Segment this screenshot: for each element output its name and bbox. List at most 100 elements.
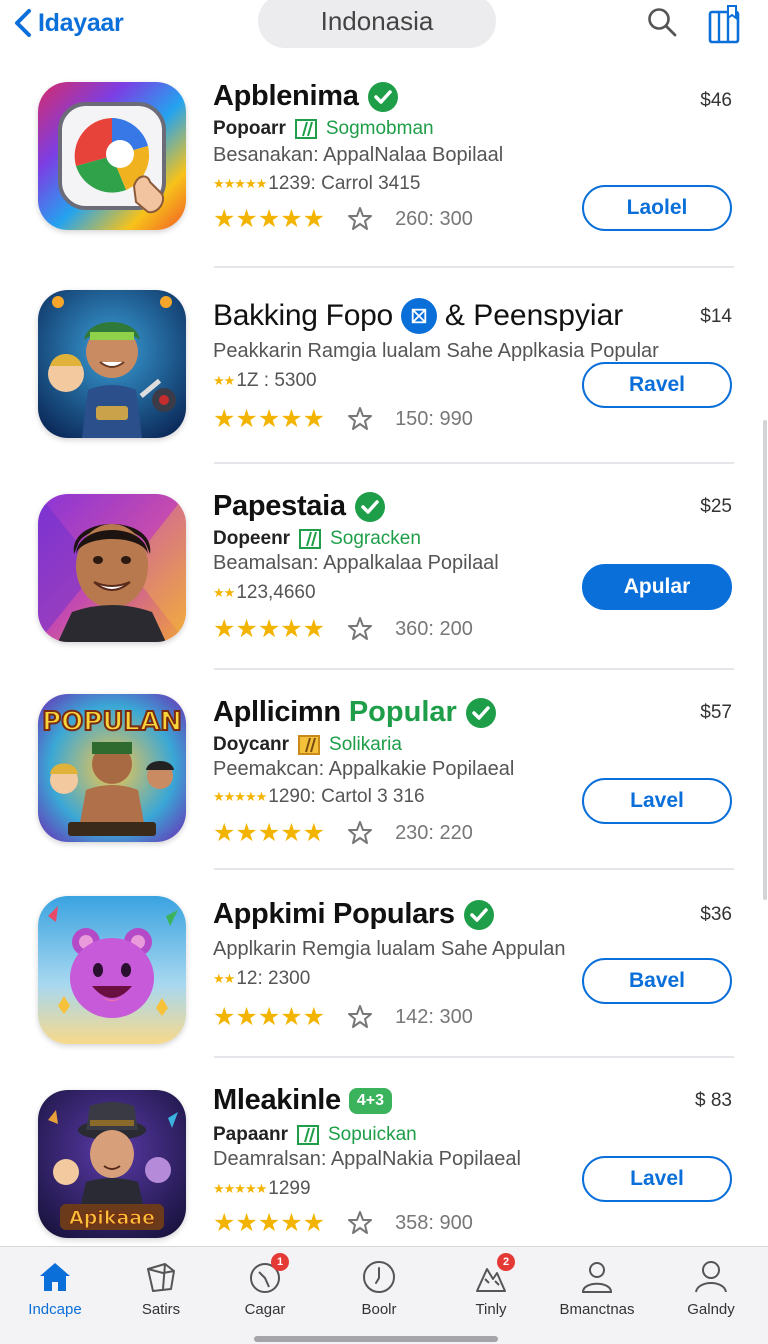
- stats-text: 12: 2300: [236, 968, 311, 989]
- star-outline-icon[interactable]: [347, 1210, 373, 1236]
- app-title[interactable]: Apblenima: [213, 80, 359, 113]
- stats-line: ★★ 1Z : 5300: [213, 370, 317, 392]
- notification-badge: 2: [497, 1253, 515, 1271]
- app-description: Peemakcan: Appalkakie Popilaeal: [213, 758, 515, 780]
- stats-text: 1290: Cartol 3 316: [268, 786, 425, 807]
- stats-text: 123,4660: [236, 582, 316, 603]
- developer-name: Papaanr: [213, 1124, 288, 1145]
- developer-line: Doycanr Solikaria: [213, 734, 402, 756]
- stats-line: ★★ 12: 2300: [213, 968, 310, 990]
- rating-line: ★★★★★ 360: 200: [213, 614, 473, 644]
- scroll-indicator[interactable]: [763, 420, 767, 900]
- verified-icon: [367, 81, 398, 112]
- developer-name: Popoarr: [213, 118, 286, 139]
- tab-label: Boolr: [361, 1301, 397, 1318]
- category-icon: [298, 735, 321, 755]
- search-icon[interactable]: [646, 6, 678, 38]
- stats-text: 1239: Carrol 3415: [268, 173, 421, 194]
- get-button[interactable]: Bavel: [582, 958, 732, 1004]
- rating-stars-icon: ★★★★★: [213, 615, 326, 643]
- app-description: Applkarin Remgia lualam Sahe Appulan: [213, 938, 566, 960]
- star-outline-icon[interactable]: [347, 406, 373, 432]
- app-title[interactable]: Apllicimn: [213, 696, 341, 729]
- stats-text: 1299: [268, 1178, 311, 1199]
- rating-line: ★★★★★ 358: 900: [213, 1208, 473, 1238]
- get-button[interactable]: Lavel: [582, 778, 732, 824]
- rating-count: 260: 300: [395, 207, 473, 230]
- app-title-line: Appkimi Populars: [213, 898, 495, 931]
- app-description: Beamalsan: Appalkalaa Popilaal: [213, 552, 499, 574]
- verified-icon: [465, 697, 496, 728]
- tab-satirs[interactable]: Satirs: [106, 1259, 216, 1318]
- country-selector[interactable]: Indonasia: [258, 0, 496, 48]
- developer-name: Dopeenr: [213, 528, 291, 549]
- star-outline-icon[interactable]: [347, 206, 373, 232]
- star-outline-icon[interactable]: [347, 1004, 373, 1030]
- chevron-left-icon: [15, 9, 31, 37]
- tab-galndy[interactable]: Galndy: [656, 1259, 766, 1318]
- bookmarks-icon[interactable]: [706, 4, 742, 46]
- tab-label: Bmanctnas: [559, 1301, 635, 1318]
- blue-badge-icon: [400, 298, 437, 334]
- gamer-character-icon[interactable]: [38, 290, 186, 438]
- app-description: Besanakan: AppalNalaa Bopilaal: [213, 144, 504, 166]
- rating-stars-icon: ★★★★★: [213, 1003, 326, 1031]
- price-label: $36: [700, 904, 732, 925]
- mini-stars-icon: ★★★★★: [213, 789, 267, 804]
- developer-line: Dopeenr Sogracken: [213, 528, 421, 550]
- rating-stars-icon: ★★★★★: [213, 405, 326, 433]
- rating-count: 230: 220: [395, 821, 473, 844]
- purple-bear-icon[interactable]: [38, 896, 186, 1044]
- category-icon: [294, 119, 317, 139]
- mini-stars-icon: ★★: [213, 373, 235, 388]
- stats-line: ★★ 123,4660: [213, 582, 316, 604]
- app-title[interactable]: Appkimi Populars: [213, 898, 455, 931]
- home-indicator[interactable]: [254, 1336, 498, 1342]
- category-label: Sogracken: [330, 528, 421, 549]
- developer-line: Popoarr Sogmobman: [213, 118, 434, 140]
- get-button[interactable]: Laolel: [582, 185, 732, 231]
- price-label: $ 83: [695, 1090, 732, 1111]
- divider: [214, 462, 734, 464]
- popular-game-icon[interactable]: POPULAN: [38, 694, 186, 842]
- tab-home[interactable]: Indcape: [0, 1259, 110, 1318]
- tab-cagar[interactable]: 1 Cagar: [210, 1253, 320, 1318]
- tab-boolr[interactable]: Boolr: [324, 1259, 434, 1318]
- price-label: $46: [700, 90, 732, 111]
- back-label: Idayaar: [38, 8, 124, 37]
- verified-icon: [463, 899, 494, 930]
- tab-label: Cagar: [244, 1301, 286, 1318]
- smiling-man-icon[interactable]: [38, 494, 186, 642]
- rating-count: 358: 900: [395, 1211, 473, 1234]
- price-label: $25: [700, 496, 732, 517]
- get-button[interactable]: Lavel: [582, 1156, 732, 1202]
- get-button[interactable]: Apular: [582, 564, 732, 610]
- profile-icon: [693, 1259, 729, 1295]
- color-wheel-icon[interactable]: [38, 82, 186, 230]
- app-title-line: Apblenima: [213, 80, 399, 113]
- icon-text: POPULAN: [42, 707, 182, 737]
- notification-badge: 1: [271, 1253, 289, 1271]
- back-button[interactable]: Idayaar: [12, 6, 124, 40]
- tab-label: Tinly: [475, 1301, 507, 1318]
- get-button[interactable]: Ravel: [582, 362, 732, 408]
- app-title[interactable]: Mleakinle: [213, 1084, 341, 1117]
- app-title[interactable]: Papestaia: [213, 490, 346, 523]
- divider: [214, 266, 734, 268]
- app-description: Peakkarin Ramgia lualam Sahe Applkasia P…: [213, 340, 659, 362]
- tab-bmanctnas[interactable]: Bmanctnas: [542, 1259, 652, 1318]
- app-title[interactable]: Bakking Fopo: [213, 299, 393, 333]
- rating-count: 142: 300: [395, 1005, 473, 1028]
- rating-line: ★★★★★ 150: 990: [213, 404, 473, 434]
- tab-tinly[interactable]: 2 Tinly: [436, 1253, 546, 1318]
- category-label: Sopuickan: [327, 1124, 417, 1145]
- person-icon: [579, 1259, 615, 1295]
- home-icon: [37, 1259, 73, 1295]
- star-outline-icon[interactable]: [347, 820, 373, 846]
- rating-line: ★★★★★ 142: 300: [213, 1002, 473, 1032]
- detective-character-icon[interactable]: Apikaae: [38, 1090, 186, 1238]
- star-outline-icon[interactable]: [347, 616, 373, 642]
- category-icon: [299, 529, 322, 549]
- category-label: Solikaria: [329, 734, 402, 755]
- compass-icon: 1: [247, 1253, 289, 1295]
